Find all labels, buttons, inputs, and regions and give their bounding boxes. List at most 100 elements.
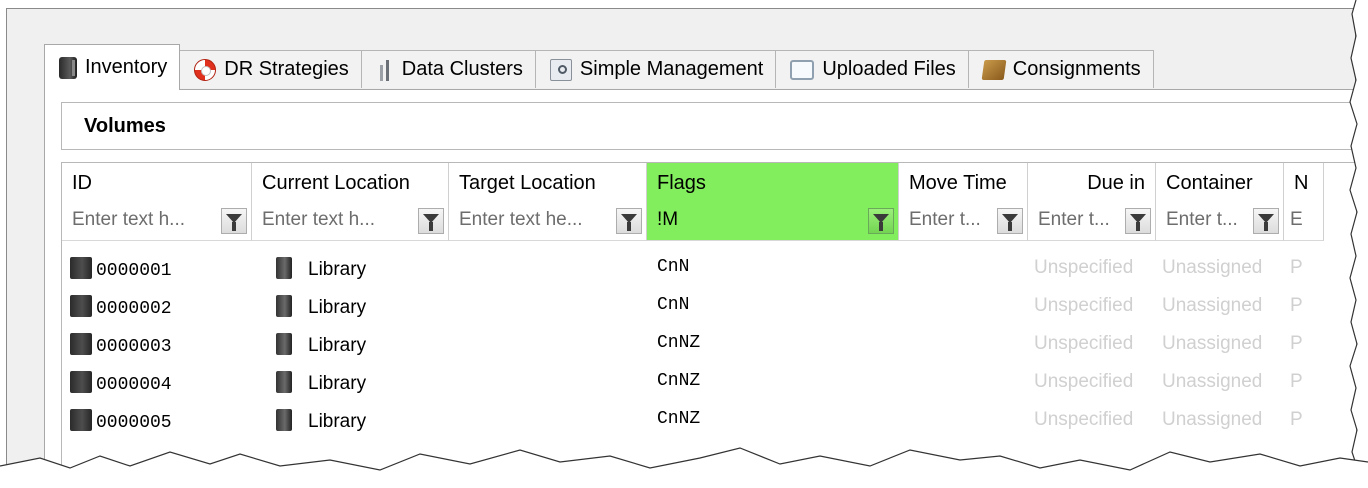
funnel-icon <box>1002 213 1018 231</box>
table-row[interactable]: 0000004 Library CnNZ Unspecified Unassig… <box>62 363 1324 401</box>
filter-placeholder: Enter t... <box>1166 209 1238 230</box>
cell-next: P <box>1290 257 1303 278</box>
filter-flags[interactable]: !M <box>647 203 899 241</box>
cell-move-time <box>899 287 1028 325</box>
cell-next: P <box>1290 371 1303 392</box>
column-header-label: Target Location <box>459 172 596 194</box>
cell-target-location <box>449 287 647 325</box>
funnel-icon <box>1258 213 1274 231</box>
tab-consignments[interactable]: Consignments <box>967 50 1154 88</box>
tab-strip: Inventory DR Strategies Data Clusters Si… <box>44 44 1154 90</box>
funnel-icon <box>873 213 889 231</box>
cell-next: P <box>1290 333 1303 354</box>
funnel-icon <box>423 213 439 231</box>
grid-filter-row: Enter text h... Enter text h... Enter te… <box>62 203 1324 241</box>
cell-flags: CnNZ <box>657 371 701 391</box>
column-header-label: N <box>1294 172 1309 194</box>
cell-flags: CnN <box>657 257 690 277</box>
cell-due-in: Unspecified <box>1034 295 1134 316</box>
filter-move-time[interactable]: Enter t... <box>899 203 1028 241</box>
filter-due-in[interactable]: Enter t... <box>1028 203 1156 241</box>
column-header-target-location[interactable]: Target Location <box>449 163 647 203</box>
filter-next[interactable]: E <box>1284 203 1324 241</box>
tab-label: DR Strategies <box>224 58 349 80</box>
column-header-container[interactable]: Container <box>1156 163 1284 203</box>
cell-target-location <box>449 249 647 287</box>
volume-id: 0000001 <box>96 261 172 281</box>
table-row[interactable]: 0000005 Library CnNZ Unspecified Unassig… <box>62 401 1324 439</box>
tab-label: Uploaded Files <box>822 58 956 80</box>
cell-current-location: Library <box>252 249 449 287</box>
filter-placeholder: Enter t... <box>909 209 981 230</box>
filter-placeholder: E <box>1290 209 1303 230</box>
cell-container: Unassigned <box>1162 371 1263 392</box>
filter-button[interactable] <box>997 208 1023 234</box>
filter-value: !M <box>657 209 679 230</box>
filter-target-location[interactable]: Enter text he... <box>449 203 647 241</box>
tab-uploaded-files[interactable]: Uploaded Files <box>775 50 969 88</box>
volume-icon <box>70 333 92 355</box>
cell-due-in: Unspecified <box>1034 257 1134 278</box>
funnel-icon <box>621 213 637 231</box>
cell-container: Unassigned <box>1162 257 1263 278</box>
filter-button[interactable] <box>616 208 642 234</box>
table-row[interactable]: 0000001 Library CnN Unspecified Unassign… <box>62 249 1324 287</box>
library-icon <box>276 295 292 317</box>
filter-container[interactable]: Enter t... <box>1156 203 1284 241</box>
column-header-id[interactable]: ID <box>62 163 252 203</box>
column-header-current-location[interactable]: Current Location <box>252 163 449 203</box>
table-row[interactable]: 0000002 Library CnN Unspecified Unassign… <box>62 287 1324 325</box>
library-icon <box>276 371 292 393</box>
tab-label: Inventory <box>85 56 168 78</box>
cell-current-location: Library <box>252 401 449 439</box>
cell-target-location <box>449 325 647 363</box>
column-header-next[interactable]: N <box>1284 163 1324 203</box>
tab-dr-strategies[interactable]: DR Strategies <box>179 50 362 88</box>
cell-due-in: Unspecified <box>1034 371 1134 392</box>
funnel-icon <box>1130 213 1146 231</box>
table-row[interactable]: 0000003 Library CnNZ Unspecified Unassig… <box>62 325 1324 363</box>
cell-move-time <box>899 325 1028 363</box>
library-icon <box>276 257 292 279</box>
location-text: Library <box>308 411 367 432</box>
filter-button[interactable] <box>1253 208 1279 234</box>
cell-move-time <box>899 363 1028 401</box>
volume-id: 0000002 <box>96 299 172 319</box>
grid-header-row: ID Current Location Target Location Flag… <box>62 163 1324 203</box>
torn-bottom-edge <box>0 447 1368 488</box>
tab-data-clusters[interactable]: Data Clusters <box>360 50 536 88</box>
volumes-group-header: Volumes <box>61 102 1361 150</box>
uploaded-files-icon <box>790 59 815 80</box>
filter-current-location[interactable]: Enter text h... <box>252 203 449 241</box>
column-header-flags[interactable]: Flags <box>647 163 899 203</box>
filter-placeholder: Enter text h... <box>72 209 185 230</box>
library-icon <box>276 409 292 431</box>
filter-placeholder: Enter t... <box>1038 209 1110 230</box>
filter-button[interactable] <box>1125 208 1151 234</box>
cell-next: P <box>1290 295 1303 316</box>
consignment-box-icon <box>981 59 1007 80</box>
tab-label: Simple Management <box>579 58 764 80</box>
location-text: Library <box>308 373 367 394</box>
volume-icon <box>70 295 92 317</box>
filter-button[interactable] <box>868 208 894 234</box>
volume-id: 0000005 <box>96 413 172 433</box>
cell-container: Unassigned <box>1162 295 1263 316</box>
filter-button[interactable] <box>221 208 247 234</box>
tab-label: Data Clusters <box>401 58 523 80</box>
tab-inventory[interactable]: Inventory <box>44 44 181 90</box>
inventory-icon <box>59 56 77 79</box>
cell-target-location <box>449 363 647 401</box>
column-header-label: Flags <box>657 172 706 194</box>
volume-icon <box>70 409 92 431</box>
column-header-due-in[interactable]: Due in <box>1028 163 1156 203</box>
volumes-grid: ID Current Location Target Location Flag… <box>61 162 1361 485</box>
tab-simple-management[interactable]: Simple Management <box>534 50 777 88</box>
cell-due-in: Unspecified <box>1034 409 1134 430</box>
filter-button[interactable] <box>418 208 444 234</box>
cell-flags: CnNZ <box>657 333 701 353</box>
cell-flags: CnNZ <box>657 409 701 429</box>
cell-flags: CnN <box>657 295 690 315</box>
column-header-move-time[interactable]: Move Time <box>899 163 1028 203</box>
filter-id[interactable]: Enter text h... <box>62 203 252 241</box>
